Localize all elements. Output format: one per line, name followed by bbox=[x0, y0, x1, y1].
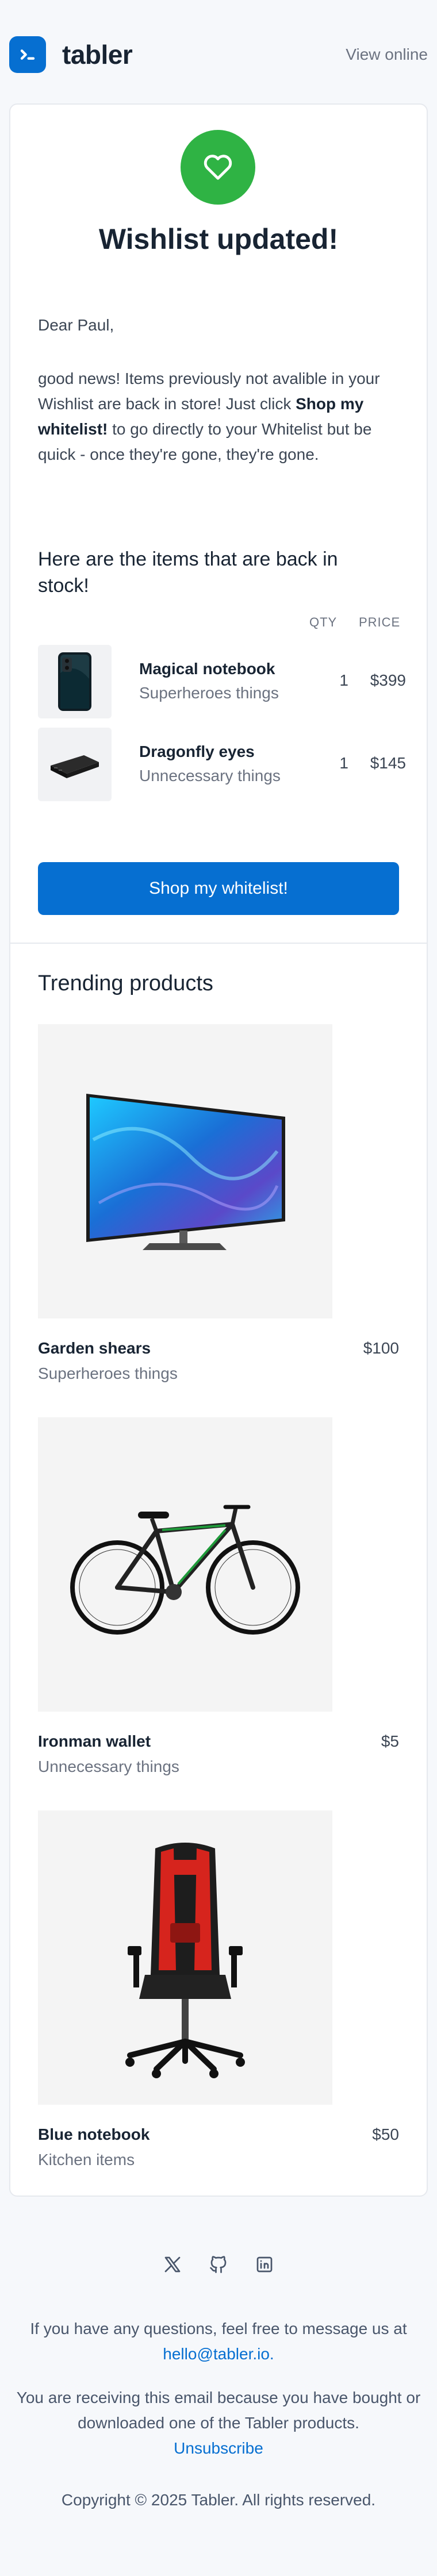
section-divider bbox=[10, 943, 427, 944]
questions-text: If you have any questions, feel free to … bbox=[30, 2320, 407, 2337]
bicycle-image bbox=[38, 1417, 332, 1712]
linkedin-icon[interactable] bbox=[253, 2253, 276, 2276]
social-links bbox=[0, 2253, 437, 2276]
email-card: Wishlist updated! Dear Paul, good news! … bbox=[9, 103, 428, 2197]
product-name: Blue notebook bbox=[38, 2125, 150, 2143]
hero-title: Wishlist updated! bbox=[98, 223, 339, 255]
wishlist-item[interactable]: Dragonfly eyes Unnecessary things 1 $145 bbox=[38, 728, 406, 802]
product-card[interactable]: Ironman wallet $5 Unnecessary things bbox=[38, 1417, 399, 1775]
item-name: Dragonfly eyes bbox=[139, 743, 255, 760]
product-card[interactable]: Blue notebook $50 Kitchen items bbox=[38, 1810, 399, 2169]
email-header: tabler View online bbox=[0, 0, 437, 109]
copyright: Copyright © 2025 Tabler. All rights rese… bbox=[61, 2491, 376, 2509]
email-page: tabler View online Wishlist updated! Dea… bbox=[0, 0, 437, 2576]
gaming-chair-image bbox=[38, 1810, 332, 2105]
item-qty: 1 bbox=[339, 671, 348, 689]
item-subtitle: Superheroes things bbox=[139, 684, 279, 702]
product-subtitle: Superheroes things bbox=[38, 1364, 178, 1382]
trending-title: Trending products bbox=[38, 971, 213, 995]
product-name: Ironman wallet bbox=[38, 1732, 151, 1750]
product-subtitle: Unnecessary things bbox=[38, 1758, 179, 1775]
product-name: Garden shears bbox=[38, 1339, 151, 1357]
product-card[interactable]: Garden shears $100 Superheroes things bbox=[38, 1024, 399, 1382]
item-name: Magical notebook bbox=[139, 660, 275, 678]
item-price: $145 bbox=[370, 754, 406, 772]
x-icon[interactable] bbox=[161, 2253, 184, 2276]
brand[interactable]: tabler bbox=[9, 36, 133, 73]
brand-name: tabler bbox=[62, 40, 133, 70]
view-online-link[interactable]: View online bbox=[346, 45, 428, 64]
receiving-text: You are receiving this email because you… bbox=[16, 2389, 421, 2432]
product-price: $5 bbox=[381, 1732, 399, 1750]
tv-image bbox=[38, 1024, 332, 1318]
item-qty: 1 bbox=[339, 754, 348, 772]
phone-image bbox=[38, 645, 112, 718]
unsubscribe-link[interactable]: Unsubscribe bbox=[174, 2439, 263, 2457]
price-column-header: PRICE bbox=[359, 615, 401, 629]
heart-icon bbox=[181, 130, 255, 205]
qty-column-header: QTY bbox=[309, 615, 338, 629]
powerbank-image bbox=[38, 728, 112, 801]
item-subtitle: Unnecessary things bbox=[139, 767, 281, 785]
shop-whitelist-button[interactable]: Shop my whitelist! bbox=[38, 862, 399, 915]
footer-questions: If you have any questions, feel free to … bbox=[0, 2316, 437, 2367]
footer-receiving: You are receiving this email because you… bbox=[0, 2385, 437, 2461]
support-email-link[interactable]: hello@tabler.io. bbox=[163, 2345, 274, 2363]
item-price: $399 bbox=[370, 671, 406, 689]
wishlist-item[interactable]: Magical notebook Superheroes things 1 $3… bbox=[38, 645, 406, 720]
tabler-logo-icon bbox=[9, 36, 46, 73]
items-heading: Here are the items that are back in stoc… bbox=[38, 548, 338, 597]
product-price: $100 bbox=[363, 1339, 399, 1357]
product-subtitle: Kitchen items bbox=[38, 2151, 135, 2169]
greeting: Dear Paul, bbox=[38, 316, 114, 334]
github-icon[interactable] bbox=[207, 2253, 230, 2276]
product-price: $50 bbox=[372, 2125, 399, 2143]
intro-text: good news! Items previously not avalible… bbox=[38, 366, 406, 467]
